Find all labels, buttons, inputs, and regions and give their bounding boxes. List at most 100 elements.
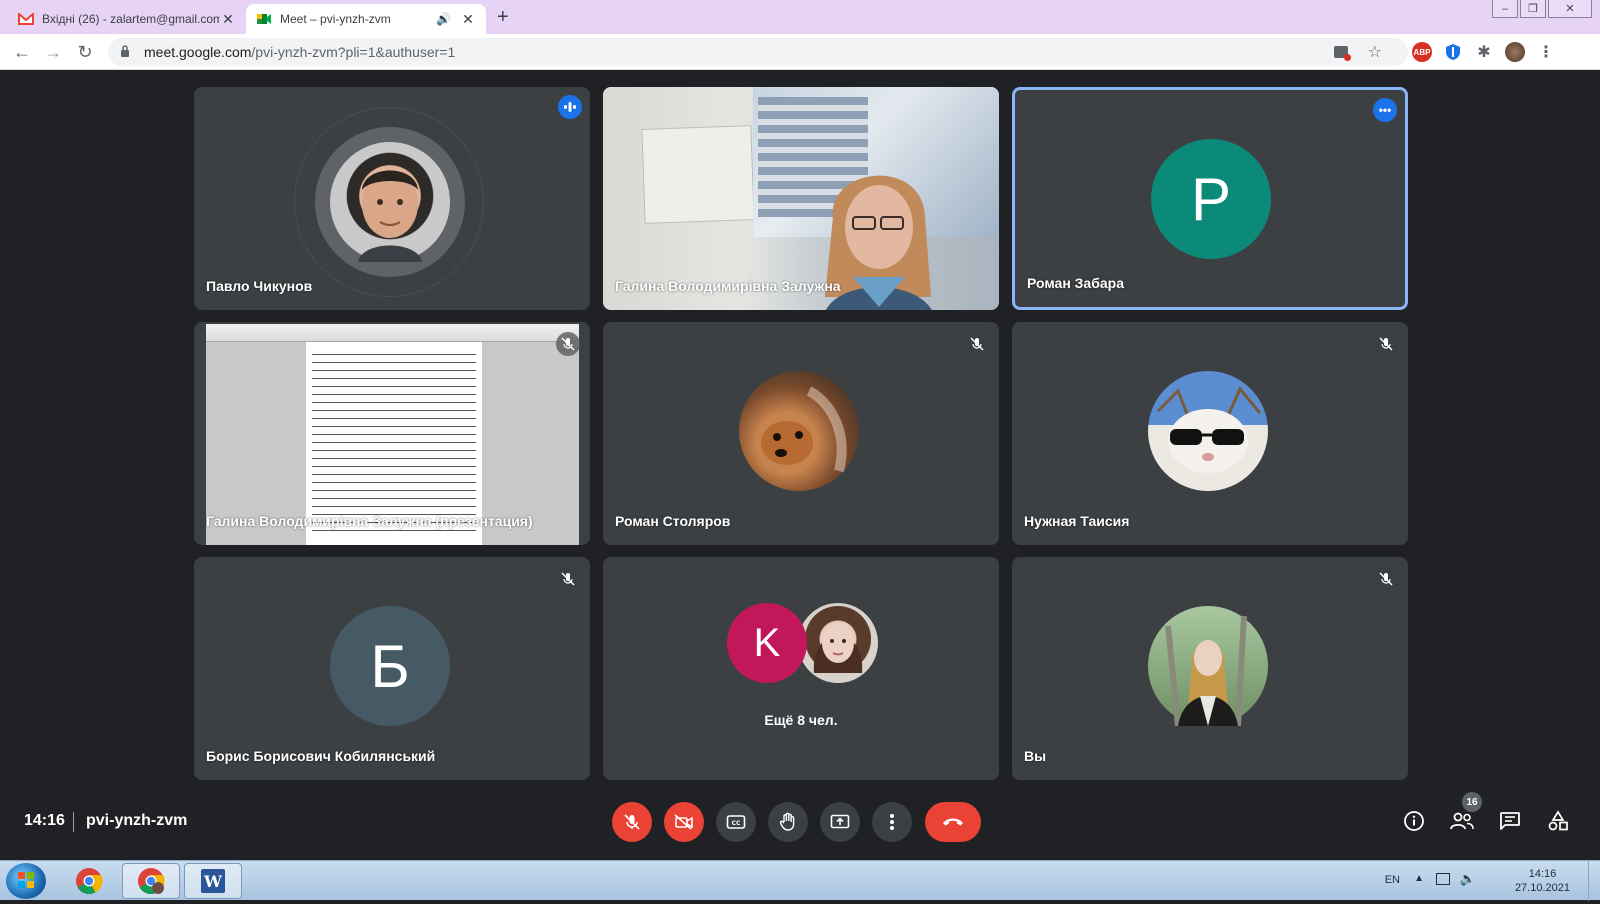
url-host: meet.google.com <box>144 44 252 60</box>
avatar-letter: Б <box>370 632 410 700</box>
address-bar[interactable]: meet.google.com/pvi-ynzh-zvm?pli=1&authu… <box>108 38 1408 66</box>
info-icon <box>1404 811 1424 831</box>
input-language-indicator[interactable]: EN <box>1385 874 1400 886</box>
chrome-icon <box>76 868 103 895</box>
start-button[interactable] <box>6 863 46 899</box>
chrome-icon <box>138 868 165 895</box>
browser-menu-icon[interactable]: ⋮ <box>1536 42 1556 62</box>
meeting-time: 14:16 <box>24 812 65 829</box>
presentation-tile[interactable]: Галина Володимирівна Залужна (презентаци… <box>194 322 590 545</box>
more-participants-label: Ещё 8 чел. <box>764 712 838 728</box>
shared-screen <box>206 324 579 545</box>
others-tile[interactable]: K Ещё 8 чел. <box>603 557 999 780</box>
restore-icon[interactable]: ❐ <box>1520 0 1546 18</box>
present-screen-button[interactable] <box>820 802 860 842</box>
minimize-icon[interactable]: – <box>1492 0 1518 18</box>
speaker-icon[interactable]: 🔊 <box>436 12 454 26</box>
tab-gmail[interactable]: Вхідні (26) - zalartem@gmail.com ✕ <box>8 4 246 34</box>
word-icon: W <box>201 869 225 893</box>
more-options-button[interactable] <box>872 802 912 842</box>
window-close-icon[interactable]: ✕ <box>1548 0 1592 18</box>
participants-count-badge: 16 <box>1462 792 1482 812</box>
camera-toggle-button[interactable] <box>664 802 704 842</box>
bookmark-star-icon[interactable]: ☆ <box>1368 42 1382 62</box>
svg-text:CC: CC <box>732 820 741 827</box>
meeting-details-button[interactable] <box>1399 806 1429 836</box>
participant-photo <box>739 371 859 491</box>
chat-button[interactable] <box>1495 806 1525 836</box>
windows-logo-icon <box>18 872 34 888</box>
close-tab-icon[interactable]: ✕ <box>460 11 476 28</box>
tray-chevron-icon[interactable]: ▲ <box>1414 873 1424 884</box>
mic-off-icon <box>965 332 989 356</box>
hang-up-icon <box>943 818 963 826</box>
taskbar-chrome-profile[interactable] <box>122 863 180 899</box>
participant-video <box>603 87 999 310</box>
leave-call-button[interactable] <box>925 802 981 842</box>
adblock-icon[interactable]: ABP <box>1412 42 1432 62</box>
tab-meet[interactable]: Meet – pvi-ynzh-zvm 🔊 ✕ <box>246 4 486 34</box>
participant-name: Роман Забара <box>1027 275 1124 291</box>
forward-icon[interactable]: → <box>41 40 65 64</box>
present-screen-icon <box>830 814 850 829</box>
new-tab-button[interactable]: + <box>497 6 509 29</box>
participant-name: Борис Борисович Кобилянський <box>206 748 436 764</box>
gmail-icon <box>18 11 34 27</box>
mic-off-icon <box>1374 567 1398 591</box>
participant-tile[interactable]: Павло Чикунов <box>194 87 590 310</box>
participant-tile[interactable]: P ••• Роман Забара <box>1012 87 1408 310</box>
meet-icon <box>256 11 272 27</box>
participant-tile[interactable]: Галина Володимирівна Залужна <box>603 87 999 310</box>
taskbar-word[interactable]: W <box>184 863 242 899</box>
lock-icon <box>120 44 134 60</box>
shield-icon[interactable] <box>1443 42 1463 62</box>
camera-off-icon <box>674 814 693 830</box>
camera-blocked-icon[interactable] <box>1333 46 1351 61</box>
participant-tile[interactable]: Нужная Таисия <box>1012 322 1408 545</box>
participant-photo <box>1148 371 1268 491</box>
people-icon <box>1450 812 1474 830</box>
avatar-letter: K <box>753 620 781 665</box>
participant-photo <box>1148 606 1268 726</box>
self-tile[interactable]: Вы <box>1012 557 1408 780</box>
shapes-icon <box>1548 810 1568 831</box>
mic-toggle-button[interactable] <box>612 802 652 842</box>
participant-photo <box>798 603 878 683</box>
clock-date: 27.10.2021 <box>1514 882 1570 894</box>
document-text-lines <box>312 350 476 537</box>
reload-icon[interactable]: ↻ <box>73 40 97 64</box>
extensions-puzzle-icon[interactable]: ✱ <box>1474 42 1494 62</box>
volume-icon[interactable]: 🔈 <box>1460 871 1476 887</box>
raise-hand-button[interactable] <box>768 802 808 842</box>
captions-button[interactable]: CC <box>716 802 756 842</box>
mic-off-icon <box>624 814 640 830</box>
participant-name: Нужная Таисия <box>1024 513 1130 529</box>
back-icon[interactable]: ← <box>10 40 34 64</box>
participant-tile[interactable]: Роман Столяров <box>603 322 999 545</box>
network-icon[interactable] <box>1436 873 1450 885</box>
close-tab-icon[interactable]: ✕ <box>220 11 236 28</box>
windows-taskbar: W EN ▲ 🔈 14:16 27.10.2021 <box>0 860 1600 901</box>
browser-toolbar: ← → ↻ meet.google.com/pvi-ynzh-zvm?pli=1… <box>0 34 1600 70</box>
activities-button[interactable] <box>1543 806 1573 836</box>
url-path: /pvi-ynzh-zvm?pli=1&authuser=1 <box>251 44 456 60</box>
more-vert-icon <box>890 814 894 830</box>
window-controls: – ❐ ✕ <box>1492 0 1592 18</box>
profile-avatar[interactable] <box>1505 42 1525 62</box>
participant-avatar: P <box>1151 139 1271 259</box>
system-clock[interactable]: 14:16 27.10.2021 <box>1515 867 1570 895</box>
mic-off-icon <box>556 567 580 591</box>
more-options-icon[interactable]: ••• <box>1373 98 1397 122</box>
chat-icon <box>1500 812 1520 830</box>
participant-tile[interactable]: Б Борис Борисович Кобилянський <box>194 557 590 780</box>
participant-name: Галина Володимирівна Залужна (презентаци… <box>206 513 533 529</box>
participant-avatar: Б <box>330 606 450 726</box>
svg-text:W: W <box>203 872 223 891</box>
divider <box>73 812 74 832</box>
show-desktop-button[interactable] <box>1588 861 1600 901</box>
clock-time: 14:16 <box>1528 868 1557 880</box>
taskbar-chrome[interactable] <box>60 863 118 899</box>
participant-name: Роман Столяров <box>615 513 731 529</box>
mic-off-icon <box>556 332 580 356</box>
url-text: meet.google.com/pvi-ynzh-zvm?pli=1&authu… <box>144 44 1334 60</box>
